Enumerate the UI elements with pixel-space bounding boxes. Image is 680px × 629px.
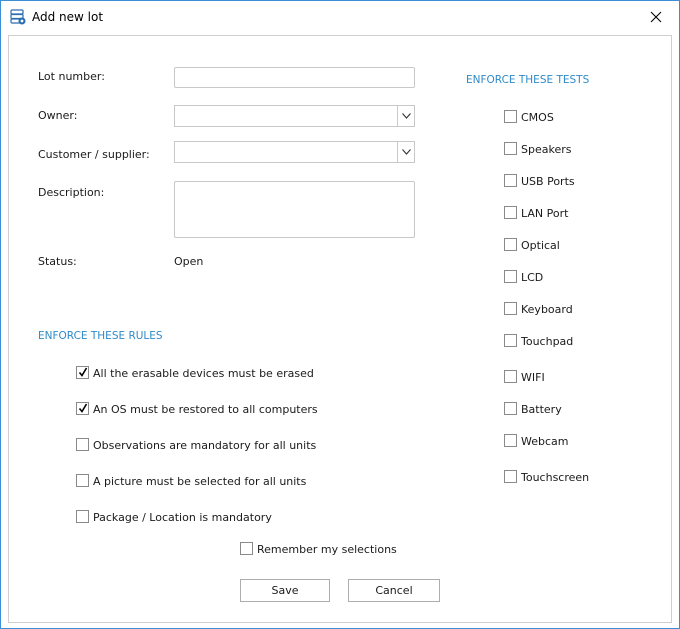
test-label-keyboard[interactable]: Keyboard <box>521 303 573 316</box>
test-checkbox-keyboard[interactable] <box>504 302 517 315</box>
description-label: Description: <box>38 186 105 199</box>
checkmark-icon <box>78 403 88 413</box>
test-checkbox-usb-ports[interactable] <box>504 174 517 187</box>
test-checkbox-touchpad[interactable] <box>504 334 517 347</box>
remember-selections-checkbox[interactable] <box>240 542 253 555</box>
rule-checkbox-os-restore[interactable] <box>76 402 89 415</box>
customer-supplier-dropdown-button[interactable] <box>397 142 414 162</box>
lot-number-input[interactable] <box>174 67 415 88</box>
rule-label-package-location[interactable]: Package / Location is mandatory <box>93 511 272 524</box>
tests-heading: ENFORCE THESE TESTS <box>466 74 590 86</box>
test-checkbox-battery[interactable] <box>504 402 517 415</box>
close-button[interactable] <box>633 1 679 33</box>
test-label-wifi[interactable]: WIFI <box>521 371 545 384</box>
customer-supplier-label: Customer / supplier: <box>38 148 150 161</box>
test-label-speakers[interactable]: Speakers <box>521 143 571 156</box>
owner-dropdown[interactable] <box>174 105 415 127</box>
chevron-down-icon <box>401 113 411 119</box>
rule-label-erase[interactable]: All the erasable devices must be erased <box>93 367 314 380</box>
test-label-touchscreen[interactable]: Touchscreen <box>521 471 589 484</box>
rule-label-observations[interactable]: Observations are mandatory for all units <box>93 439 316 452</box>
test-label-optical[interactable]: Optical <box>521 239 560 252</box>
test-checkbox-touchscreen[interactable] <box>504 470 517 483</box>
test-checkbox-speakers[interactable] <box>504 142 517 155</box>
rules-heading: ENFORCE THESE RULES <box>38 330 163 342</box>
test-checkbox-optical[interactable] <box>504 238 517 251</box>
lot-number-label: Lot number: <box>38 70 105 83</box>
rule-label-picture[interactable]: A picture must be selected for all units <box>93 475 306 488</box>
close-icon <box>650 11 662 23</box>
test-checkbox-cmos[interactable] <box>504 110 517 123</box>
title-bar: Add new lot <box>1 1 679 33</box>
test-label-cmos[interactable]: CMOS <box>521 111 554 124</box>
status-value: Open <box>174 255 204 268</box>
window-title: Add new lot <box>32 10 104 24</box>
rule-checkbox-picture[interactable] <box>76 474 89 487</box>
test-label-touchpad[interactable]: Touchpad <box>521 335 573 348</box>
test-checkbox-lcd[interactable] <box>504 270 517 283</box>
rule-label-os-restore[interactable]: An OS must be restored to all computers <box>93 403 318 416</box>
description-textarea[interactable] <box>174 181 415 238</box>
remember-selections-label[interactable]: Remember my selections <box>257 543 397 556</box>
test-label-battery[interactable]: Battery <box>521 403 562 416</box>
test-label-lan-port[interactable]: LAN Port <box>521 207 568 220</box>
chevron-down-icon <box>401 149 411 155</box>
test-label-lcd[interactable]: LCD <box>521 271 543 284</box>
save-button[interactable]: Save <box>240 579 330 602</box>
status-label: Status: <box>38 255 77 268</box>
database-icon <box>10 9 26 25</box>
customer-supplier-dropdown[interactable] <box>174 141 415 163</box>
checkmark-icon <box>78 367 88 377</box>
test-checkbox-wifi[interactable] <box>504 370 517 383</box>
rule-checkbox-observations[interactable] <box>76 438 89 451</box>
rule-checkbox-erase[interactable] <box>76 366 89 379</box>
test-label-webcam[interactable]: Webcam <box>521 435 569 448</box>
cancel-button[interactable]: Cancel <box>348 579 440 602</box>
owner-label: Owner: <box>38 109 78 122</box>
test-checkbox-webcam[interactable] <box>504 434 517 447</box>
add-new-lot-dialog: Add new lot Lot number: Owner: Customer … <box>0 0 680 629</box>
owner-dropdown-button[interactable] <box>397 106 414 126</box>
rule-checkbox-package-location[interactable] <box>76 510 89 523</box>
test-checkbox-lan-port[interactable] <box>504 206 517 219</box>
test-label-usb-ports[interactable]: USB Ports <box>521 175 575 188</box>
